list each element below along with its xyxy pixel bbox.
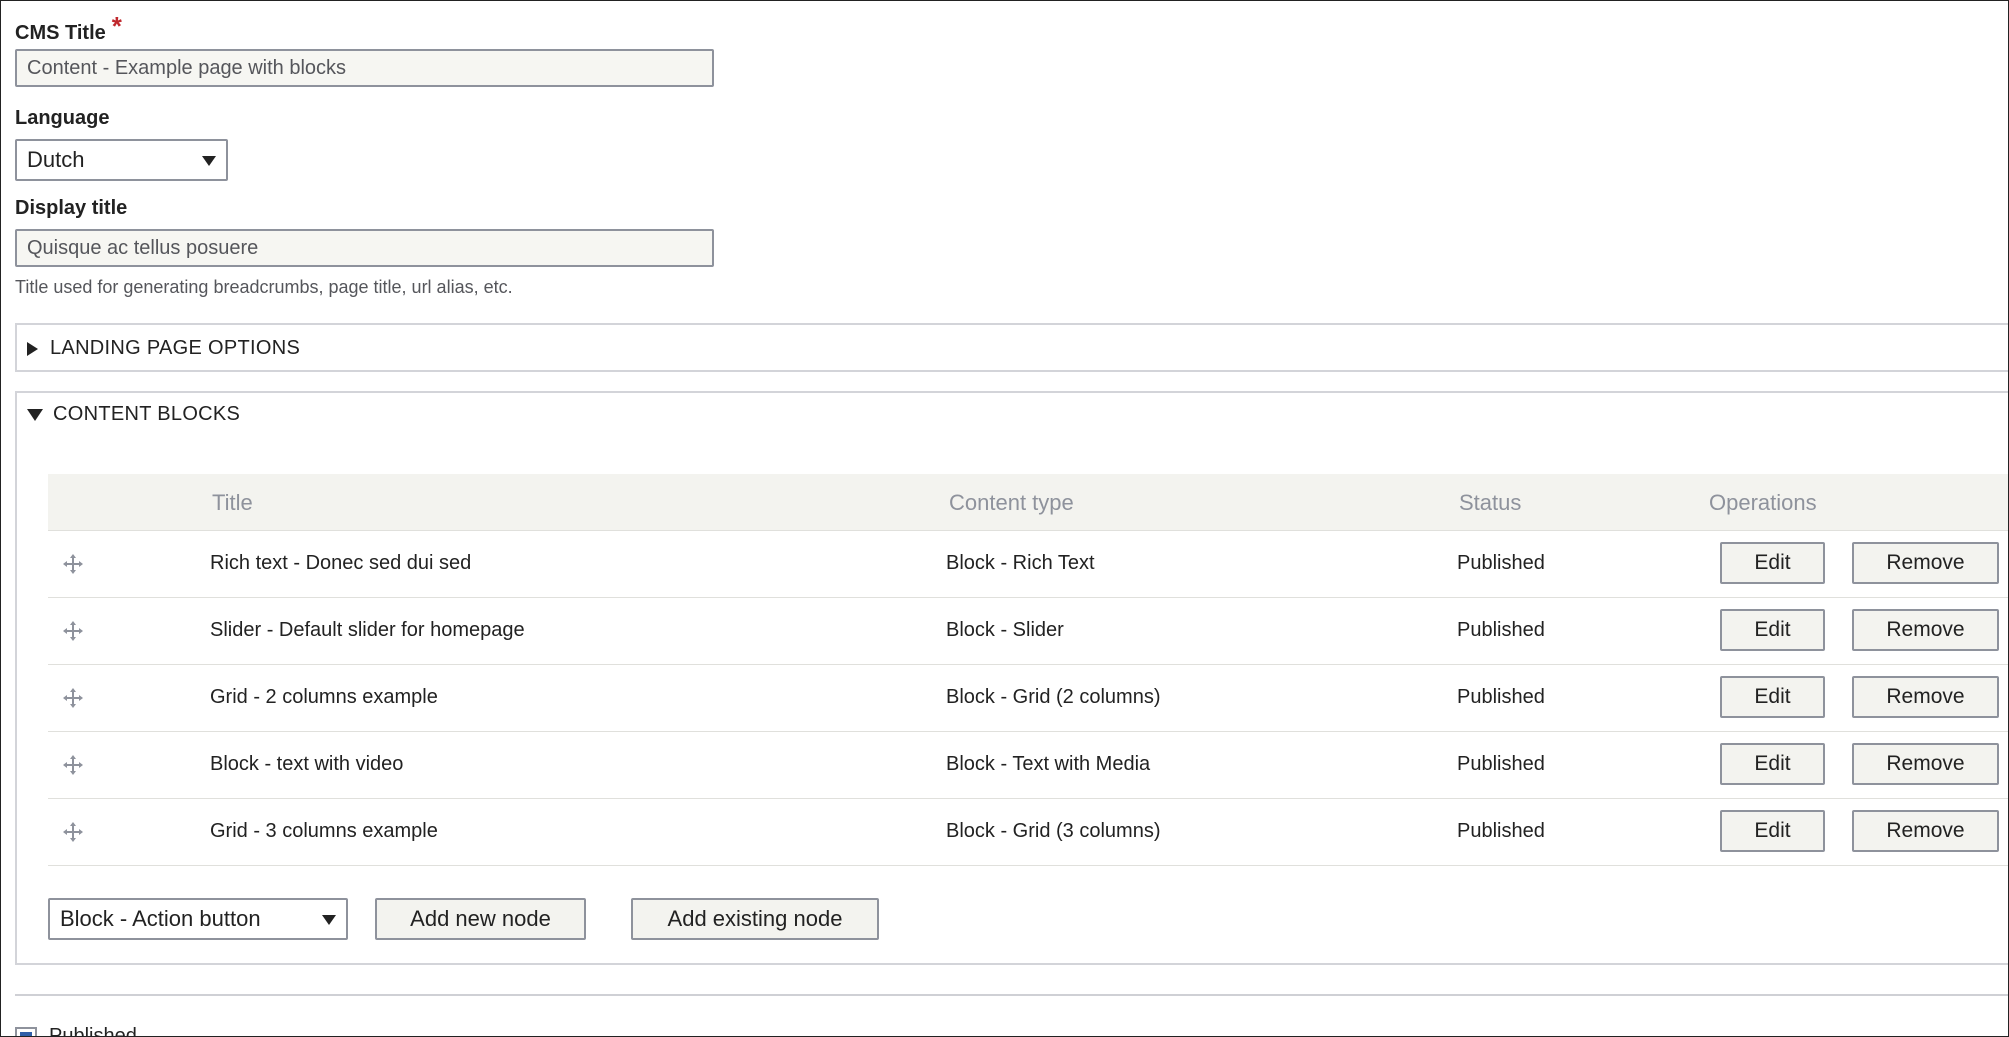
landing-page-options-details: LANDING PAGE OPTIONS [15, 323, 2008, 372]
drag-handle-icon[interactable] [62, 821, 84, 843]
table-row: Grid - 3 columns example Block - Grid (3… [48, 799, 2008, 866]
table-row: Rich text - Donec sed dui sed Block - Ri… [48, 531, 2008, 598]
edit-button[interactable]: Edit [1720, 810, 1825, 852]
row-content-type: Block - Text with Media [946, 753, 1151, 775]
table-row: Block - text with video Block - Text wit… [48, 732, 2008, 799]
triangle-right-icon [27, 341, 38, 356]
display-title-help: Title used for generating breadcrumbs, p… [15, 277, 513, 297]
display-title-input[interactable] [15, 229, 714, 267]
row-content-type: Block - Grid (3 columns) [946, 820, 1161, 842]
add-existing-node-button[interactable]: Add existing node [631, 898, 879, 940]
edit-form: CMS Title* Language Dutch Display title … [0, 0, 2009, 1037]
landing-page-options-title: LANDING PAGE OPTIONS [50, 337, 301, 359]
row-title: Slider - Default slider for homepage [210, 619, 525, 641]
language-select[interactable]: Dutch [15, 139, 228, 181]
content-blocks-summary[interactable]: CONTENT BLOCKS [27, 403, 240, 426]
drag-handle-icon[interactable] [62, 553, 84, 575]
content-blocks-title: CONTENT BLOCKS [53, 403, 241, 425]
content-blocks-details: CONTENT BLOCKS Title Content type Status… [15, 391, 2008, 965]
column-header-status: Status [1459, 490, 1522, 515]
triangle-down-icon [27, 408, 43, 421]
remove-button[interactable]: Remove [1852, 810, 1999, 852]
column-header-title: Title [212, 490, 253, 515]
drag-handle-icon[interactable] [62, 754, 84, 776]
row-content-type: Block - Grid (2 columns) [946, 686, 1161, 708]
table-header: Title Content type Status Operations [48, 474, 2008, 531]
table-row: Grid - 2 columns example Block - Grid (2… [48, 665, 2008, 732]
row-content-type: Block - Rich Text [946, 552, 1095, 574]
language-selected-value: Dutch [27, 147, 85, 172]
remove-button[interactable]: Remove [1852, 609, 1999, 651]
row-content-type: Block - Slider [946, 619, 1064, 641]
remove-button[interactable]: Remove [1852, 676, 1999, 718]
row-status: Published [1457, 753, 1545, 775]
section-divider [15, 994, 2008, 996]
edit-button[interactable]: Edit [1720, 609, 1825, 651]
row-title: Block - text with video [210, 753, 404, 775]
chevron-down-icon [202, 156, 216, 166]
display-title-label: Display title [15, 197, 128, 219]
table-row: Slider - Default slider for homepage Blo… [48, 598, 2008, 665]
row-title: Rich text - Donec sed dui sed [210, 552, 472, 574]
drag-handle-icon[interactable] [62, 620, 84, 642]
landing-page-options-summary[interactable]: LANDING PAGE OPTIONS [27, 337, 300, 360]
add-new-node-button[interactable]: Add new node [375, 898, 586, 940]
cms-title-input[interactable] [15, 49, 714, 87]
required-marker: * [111, 11, 122, 41]
column-header-content-type: Content type [949, 490, 1074, 515]
row-status: Published [1457, 552, 1545, 574]
chevron-down-icon [322, 915, 336, 925]
row-status: Published [1457, 619, 1545, 641]
published-checkbox[interactable] [15, 1027, 37, 1036]
column-header-operations: Operations [1709, 490, 1817, 515]
edit-button[interactable]: Edit [1720, 676, 1825, 718]
row-status: Published [1457, 820, 1545, 842]
remove-button[interactable]: Remove [1852, 743, 1999, 785]
block-type-selected-value: Block - Action button [60, 906, 261, 931]
language-label: Language [15, 107, 110, 129]
cms-title-label: CMS Title * [15, 11, 122, 46]
row-title: Grid - 3 columns example [210, 820, 438, 842]
checkbox-checked-mark [20, 1032, 32, 1036]
cms-title-label-text: CMS Title [15, 22, 106, 44]
remove-button[interactable]: Remove [1852, 542, 1999, 584]
row-title: Grid - 2 columns example [210, 686, 438, 708]
published-label: Published [49, 1025, 137, 1037]
edit-button[interactable]: Edit [1720, 542, 1825, 584]
edit-button[interactable]: Edit [1720, 743, 1825, 785]
drag-handle-icon[interactable] [62, 687, 84, 709]
block-type-select[interactable]: Block - Action button [48, 898, 348, 940]
row-status: Published [1457, 686, 1545, 708]
